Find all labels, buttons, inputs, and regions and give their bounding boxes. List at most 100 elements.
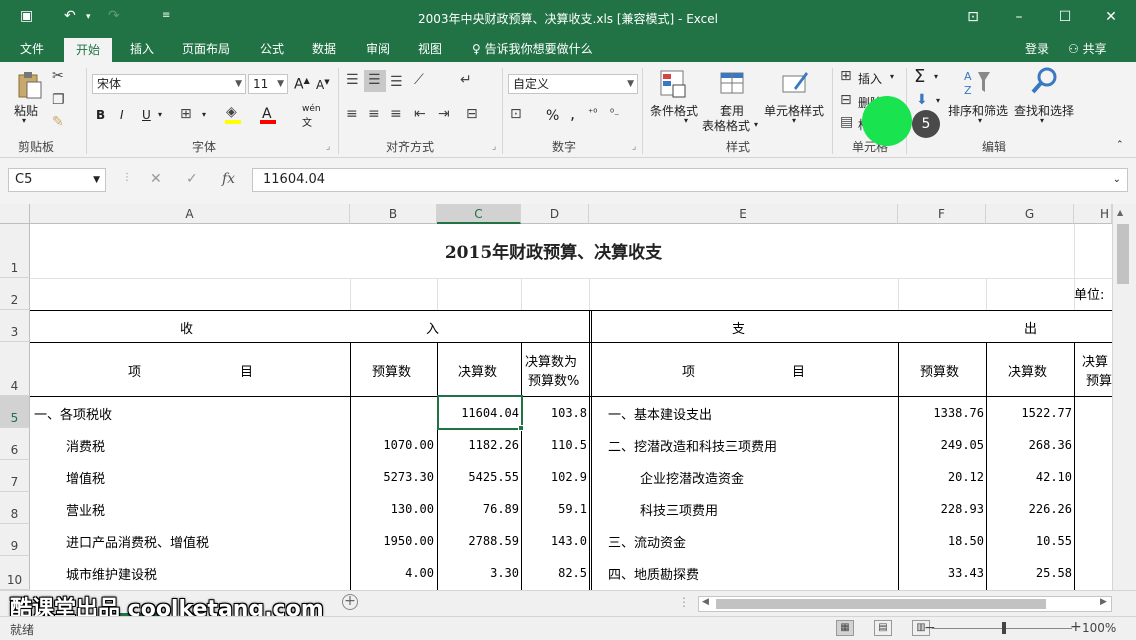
expense-item[interactable]: 一、基本建设支出 bbox=[608, 404, 712, 423]
page-layout-view-icon[interactable]: ▤ bbox=[874, 620, 892, 636]
align-left-icon[interactable]: ≡ bbox=[346, 106, 358, 122]
column-header-b[interactable]: B bbox=[350, 204, 437, 224]
phonetic-button[interactable]: wén bbox=[302, 104, 321, 114]
income-budget[interactable]: 5273.30 bbox=[352, 470, 434, 484]
expand-formula-icon[interactable]: ⌄ bbox=[1113, 169, 1121, 191]
alignment-dialog-launcher-icon[interactable]: ⌟ bbox=[492, 142, 496, 152]
insert-cells-icon[interactable]: ⊞ bbox=[840, 68, 852, 84]
income-budget[interactable]: 1070.00 bbox=[352, 438, 434, 452]
tab-data[interactable]: 数据 bbox=[312, 40, 336, 62]
expense-final[interactable]: 25.58 bbox=[988, 566, 1072, 580]
income-final[interactable]: 76.89 bbox=[439, 502, 519, 516]
expense-item[interactable]: 四、地质勘探费 bbox=[608, 564, 699, 583]
column-header-f[interactable]: F bbox=[898, 204, 986, 224]
income-item[interactable]: 一、各项税收 bbox=[34, 404, 112, 423]
scroll-left-icon[interactable]: ◀ bbox=[702, 597, 709, 607]
name-box[interactable]: C5 ▼ bbox=[8, 168, 106, 192]
income-budget[interactable]: 4.00 bbox=[352, 566, 434, 580]
expense-budget[interactable]: 33.43 bbox=[900, 566, 984, 580]
splitter-icon[interactable]: ⋮ bbox=[678, 595, 690, 609]
fill-icon[interactable]: ⬇ bbox=[916, 92, 928, 108]
align-right-icon[interactable]: ≡ bbox=[390, 106, 402, 122]
tab-formulas[interactable]: 公式 bbox=[260, 40, 284, 62]
expense-final[interactable]: 268.36 bbox=[988, 438, 1072, 452]
fill-dropdown-icon[interactable]: ▾ bbox=[936, 96, 940, 105]
normal-view-icon[interactable]: ▦ bbox=[836, 620, 854, 636]
expense-final[interactable]: 10.55 bbox=[988, 534, 1072, 548]
login-link[interactable]: 登录 bbox=[1025, 40, 1049, 57]
autosum-icon[interactable]: Σ bbox=[914, 66, 925, 87]
accounting-format-icon[interactable]: ⊡ bbox=[510, 106, 522, 122]
row-header-3[interactable]: 3 bbox=[0, 310, 30, 342]
ribbon-display-icon[interactable]: ⊡ bbox=[958, 6, 988, 28]
zoom-slider-knob[interactable] bbox=[1002, 622, 1006, 634]
row-header-9[interactable]: 9 bbox=[0, 524, 30, 556]
sort-filter-dropdown-icon[interactable]: ▾ bbox=[978, 116, 982, 125]
income-item[interactable]: 城市维护建设税 bbox=[66, 564, 157, 583]
find-select-dropdown-icon[interactable]: ▾ bbox=[1040, 116, 1044, 125]
tell-me-box[interactable]: ♀ 告诉我你想要做什么 bbox=[472, 40, 593, 57]
decrease-indent-icon[interactable]: ⇤ bbox=[414, 106, 426, 122]
column-header-d[interactable]: D bbox=[521, 204, 589, 224]
sort-filter-icon[interactable]: A Z bbox=[962, 68, 992, 98]
income-ratio[interactable]: 143.0 bbox=[523, 534, 587, 548]
zoom-level[interactable]: 100% bbox=[1082, 621, 1116, 635]
expense-item[interactable]: 科技三项费用 bbox=[640, 500, 718, 519]
autosum-dropdown-icon[interactable]: ▾ bbox=[934, 72, 938, 81]
font-size-select[interactable]: 11 ▼ bbox=[248, 74, 288, 94]
font-name-select[interactable]: 宋体 ▼ bbox=[92, 74, 246, 94]
income-final[interactable]: 1182.26 bbox=[439, 438, 519, 452]
find-select-icon[interactable] bbox=[1030, 66, 1060, 96]
decrease-decimal-icon[interactable]: ⁰₋ bbox=[610, 108, 619, 119]
row-header-5[interactable]: 5 bbox=[0, 396, 30, 428]
align-top-icon[interactable]: ☰ bbox=[346, 72, 359, 88]
paste-icon[interactable] bbox=[14, 70, 44, 100]
vertical-scroll-thumb[interactable] bbox=[1117, 224, 1129, 284]
collapse-ribbon-icon[interactable]: ⌃ bbox=[1116, 140, 1124, 150]
expense-budget[interactable]: 249.05 bbox=[900, 438, 984, 452]
underline-button[interactable]: U bbox=[142, 108, 151, 122]
format-as-table-icon[interactable] bbox=[718, 68, 748, 98]
row-header-4[interactable]: 4 bbox=[0, 342, 30, 396]
select-all-corner[interactable] bbox=[0, 204, 30, 224]
income-final[interactable]: 2788.59 bbox=[439, 534, 519, 548]
format-as-table-dropdown-icon[interactable]: ▾ bbox=[754, 120, 758, 129]
expense-final[interactable]: 226.26 bbox=[988, 502, 1072, 516]
borders-icon[interactable]: ⊞ bbox=[180, 106, 192, 122]
expense-budget[interactable]: 1338.76 bbox=[900, 406, 984, 420]
worksheet-grid[interactable]: A B C D E F G H 1 2 3 4 5 6 7 8 9 10 201… bbox=[0, 204, 1136, 590]
conditional-format-button[interactable]: 条件格式 bbox=[650, 102, 698, 119]
comma-style-button[interactable]: , bbox=[570, 104, 575, 123]
row-header-2[interactable]: 2 bbox=[0, 278, 30, 310]
wrap-text-icon[interactable]: ↵ bbox=[460, 72, 472, 88]
column-header-c[interactable]: C bbox=[437, 204, 521, 224]
italic-button[interactable]: I bbox=[120, 108, 124, 122]
borders-dropdown-icon[interactable]: ▾ bbox=[202, 110, 206, 119]
format-as-table-label-2[interactable]: 表格格式 bbox=[702, 117, 750, 134]
expense-final[interactable]: 42.10 bbox=[988, 470, 1072, 484]
cell-styles-icon[interactable] bbox=[780, 68, 810, 98]
row-header-1[interactable]: 1 bbox=[0, 224, 30, 278]
income-ratio[interactable]: 103.8 bbox=[523, 406, 587, 420]
tab-file[interactable]: 文件 bbox=[20, 40, 44, 62]
enter-icon[interactable]: ✓ bbox=[186, 171, 198, 187]
income-item[interactable]: 增值税 bbox=[66, 468, 105, 487]
number-format-select[interactable]: 自定义 ▼ bbox=[508, 74, 638, 94]
income-budget[interactable]: 1950.00 bbox=[352, 534, 434, 548]
insert-function-icon[interactable]: fx bbox=[222, 171, 235, 187]
row-header-10[interactable]: 10 bbox=[0, 556, 30, 590]
column-header-g[interactable]: G bbox=[986, 204, 1074, 224]
conditional-format-dropdown-icon[interactable]: ▾ bbox=[684, 116, 688, 125]
row-header-8[interactable]: 8 bbox=[0, 492, 30, 524]
align-middle-icon[interactable]: ☰ bbox=[368, 72, 381, 88]
expense-budget[interactable]: 228.93 bbox=[900, 502, 984, 516]
cut-icon[interactable]: ✂ bbox=[52, 68, 64, 84]
insert-cells-dropdown-icon[interactable]: ▾ bbox=[890, 72, 894, 81]
income-item[interactable]: 消费税 bbox=[66, 436, 105, 455]
income-ratio[interactable]: 82.5 bbox=[523, 566, 587, 580]
expense-item[interactable]: 二、挖潜改造和科技三项费用 bbox=[608, 436, 777, 455]
tab-page-layout[interactable]: 页面布局 bbox=[182, 40, 230, 62]
increase-indent-icon[interactable]: ⇥ bbox=[438, 106, 450, 122]
percent-style-button[interactable]: % bbox=[546, 108, 559, 124]
grow-font-button[interactable]: A▲ bbox=[294, 76, 310, 93]
